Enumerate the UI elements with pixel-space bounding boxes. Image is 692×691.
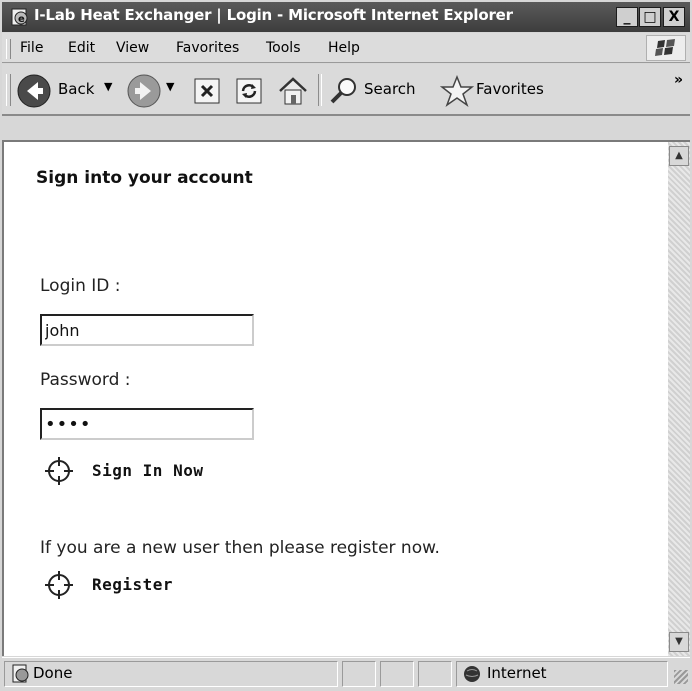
window-title: I-Lab Heat Exchanger | Login - Microsoft… (34, 6, 513, 24)
back-arrow-icon[interactable] (16, 73, 52, 109)
ie-page-icon: e (11, 8, 28, 26)
login-id-label: Login ID : (40, 276, 121, 296)
windows-logo-icon (646, 35, 686, 61)
scroll-up-icon[interactable]: ▲ (669, 146, 689, 166)
menu-view[interactable]: View (116, 40, 149, 56)
globe-icon (464, 666, 480, 682)
sign-in-label[interactable]: Sign In Now (92, 461, 203, 480)
toolbar: Back ▼ ▼ Search Favorites » (2, 64, 690, 116)
status-cell (380, 661, 414, 687)
home-icon[interactable] (276, 74, 310, 108)
menu-grip[interactable] (6, 39, 11, 59)
menu-edit[interactable]: Edit (68, 40, 95, 56)
back-label[interactable]: Back (58, 80, 94, 98)
magnifier-icon[interactable] (328, 76, 360, 106)
toolbar-grip[interactable] (6, 74, 11, 106)
close-button[interactable]: X (663, 7, 685, 27)
ie-page-icon (12, 664, 29, 683)
menu-bar: File Edit View Favorites Tools Help (2, 33, 690, 63)
page-title: Sign into your account (36, 168, 253, 188)
stop-icon[interactable] (192, 76, 222, 106)
register-button[interactable]: Register (44, 570, 204, 600)
status-cell (342, 661, 376, 687)
toolbar-overflow-icon[interactable]: » (674, 72, 683, 88)
menu-help[interactable]: Help (328, 40, 360, 56)
status-text: Done (33, 664, 73, 682)
refresh-icon[interactable] (234, 76, 264, 106)
menu-tools[interactable]: Tools (266, 40, 301, 56)
browser-window: e I-Lab Heat Exchanger | Login - Microso… (0, 0, 692, 691)
menu-favorites[interactable]: Favorites (176, 40, 239, 56)
vertical-scrollbar[interactable]: ▲ ▼ (668, 140, 690, 656)
back-dropdown-icon[interactable]: ▼ (104, 80, 112, 93)
forward-arrow-icon[interactable] (126, 73, 162, 109)
zone-label: Internet (487, 664, 547, 682)
title-bar[interactable]: e I-Lab Heat Exchanger | Login - Microso… (2, 2, 690, 32)
menu-file[interactable]: File (20, 40, 43, 56)
status-message-cell: Done (4, 661, 338, 687)
register-prompt: If you are a new user then please regist… (40, 538, 440, 558)
search-label[interactable]: Search (364, 80, 416, 98)
security-zone-cell[interactable]: Internet (456, 661, 668, 687)
scroll-down-icon[interactable]: ▼ (669, 632, 689, 652)
resize-grip-icon[interactable] (674, 670, 688, 684)
password-label: Password : (40, 370, 131, 390)
svg-text:e: e (18, 14, 25, 25)
minimize-button[interactable]: _ (616, 7, 638, 27)
crosshair-icon (45, 457, 73, 485)
star-icon[interactable] (440, 75, 474, 107)
status-cell (418, 661, 452, 687)
register-label[interactable]: Register (92, 575, 173, 594)
toolbar-separator (318, 74, 322, 106)
crosshair-icon (45, 571, 73, 599)
forward-dropdown-icon[interactable]: ▼ (166, 80, 174, 93)
password-input[interactable] (40, 408, 254, 440)
maximize-button[interactable]: □ (639, 7, 661, 27)
favorites-label[interactable]: Favorites (476, 80, 544, 98)
login-id-input[interactable] (40, 314, 254, 346)
sign-in-button[interactable]: Sign In Now (44, 456, 234, 486)
status-bar: Done Internet (2, 657, 690, 689)
